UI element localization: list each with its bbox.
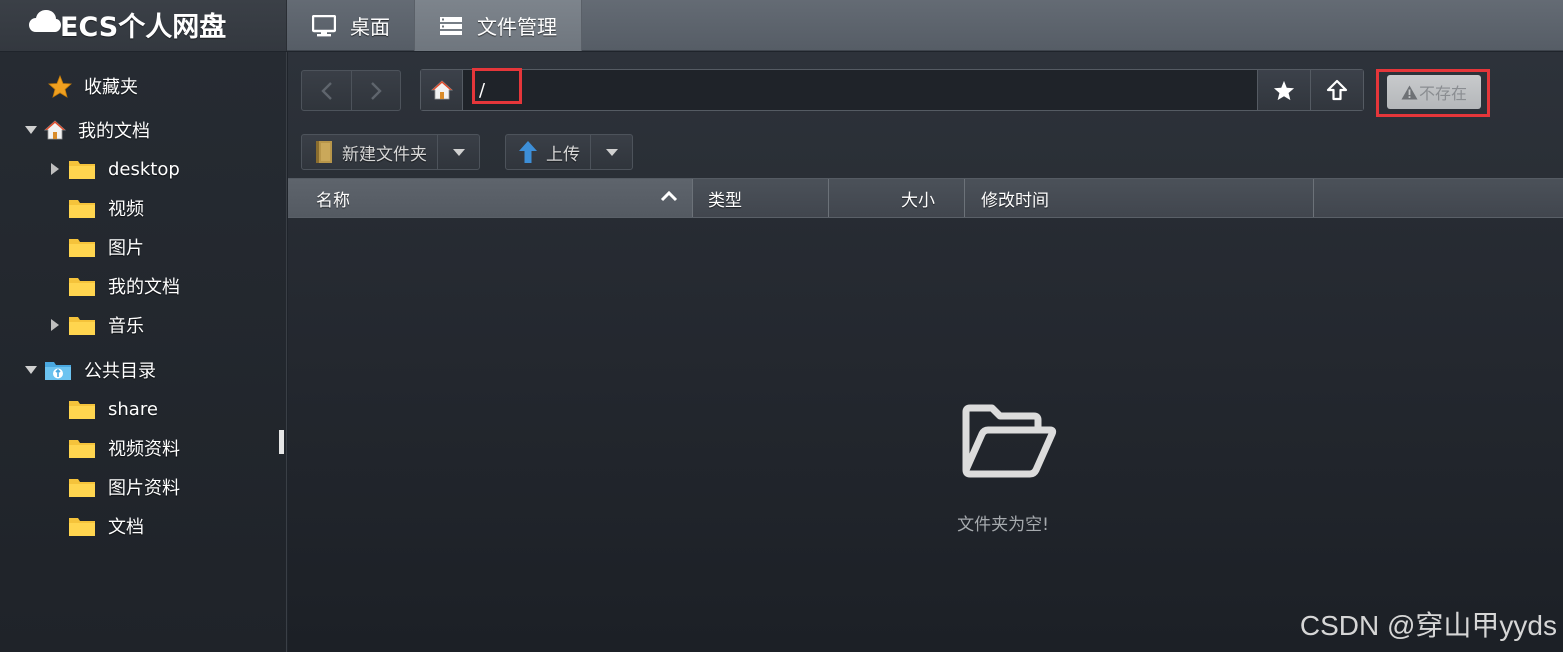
folder-icon — [68, 515, 96, 537]
sidebar-resize-handle[interactable] — [279, 430, 284, 454]
chevron-right-icon — [371, 81, 382, 100]
upload-arrow-icon — [519, 141, 537, 163]
tab-file-manager-label: 文件管理 — [477, 15, 557, 39]
folder-icon — [68, 158, 96, 180]
path-home-button[interactable] — [421, 70, 463, 110]
caret-down-icon — [605, 148, 618, 156]
status-button[interactable]: 不存在 — [1387, 75, 1481, 109]
brand[interactable]: ECS个人网盘 — [0, 0, 287, 51]
sidebar-item-label: desktop — [108, 158, 180, 180]
sidebar: 收藏夹 我的文档 desktop 视频 图片 我的文档 音乐 公共目录 shar… — [0, 52, 287, 652]
upload-label: 上传 — [546, 144, 580, 165]
forward-button[interactable] — [351, 71, 400, 110]
file-table-header: 名称 类型 大小 修改时间 — [288, 178, 1563, 218]
sidebar-item-label: 我的文档 — [108, 277, 180, 298]
top-nav: 桌面 文件管理 — [288, 0, 582, 51]
caret-down-icon[interactable] — [24, 126, 38, 134]
column-label: 修改时间 — [981, 190, 1049, 211]
sidebar-item-public[interactable]: 公共目录 — [24, 353, 156, 387]
folder-icon — [68, 437, 96, 459]
folder-book-icon — [316, 141, 332, 163]
folder-icon — [68, 314, 96, 336]
column-label: 大小 — [901, 190, 935, 211]
caret-right-icon[interactable] — [48, 319, 62, 331]
sidebar-item-desktop[interactable]: desktop — [48, 152, 180, 186]
sidebar-item-label: 我的文档 — [78, 121, 150, 142]
home-icon — [44, 119, 66, 141]
column-header-name[interactable]: 名称 — [288, 179, 692, 217]
caret-down-icon[interactable] — [24, 366, 38, 374]
new-folder-label: 新建文件夹 — [342, 144, 427, 165]
status-label: 不存在 — [1418, 84, 1467, 103]
tab-desktop-label: 桌面 — [350, 15, 390, 39]
new-folder-button[interactable]: 新建文件夹 — [302, 135, 437, 169]
empty-folder-message: 文件夹为空! — [957, 515, 1049, 535]
file-manager-main: 不存在 新建文件夹 上传 名称 — [288, 52, 1563, 652]
tab-file-manager[interactable]: 文件管理 — [414, 0, 582, 51]
caret-down-icon — [452, 148, 465, 156]
folder-icon — [68, 398, 96, 420]
folder-icon — [68, 275, 96, 297]
folder-open-icon — [958, 402, 1058, 482]
star-icon — [1273, 80, 1295, 100]
sidebar-item-label: 收藏夹 — [84, 77, 138, 98]
sidebar-item-music[interactable]: 音乐 — [48, 308, 144, 342]
sidebar-item-picture-materials[interactable]: 图片资料 — [68, 470, 180, 504]
sidebar-item-label: 音乐 — [108, 316, 144, 337]
sidebar-item-documents[interactable]: 我的文档 — [68, 269, 180, 303]
public-folder-icon — [44, 359, 72, 381]
new-folder-dropdown[interactable] — [437, 135, 479, 169]
go-up-button[interactable] — [1310, 70, 1363, 110]
back-button[interactable] — [302, 71, 351, 110]
server-icon — [440, 16, 462, 35]
folder-icon — [68, 476, 96, 498]
sidebar-item-videos[interactable]: 视频 — [68, 191, 144, 225]
path-bar — [420, 69, 1364, 111]
sidebar-item-label: 图片 — [108, 238, 144, 259]
sidebar-item-share[interactable]: share — [68, 392, 158, 426]
history-nav — [301, 70, 401, 111]
top-bar: ECS个人网盘 桌面 文件管理 — [0, 0, 1563, 51]
folder-icon — [68, 236, 96, 258]
sidebar-item-favorites[interactable]: 收藏夹 — [48, 69, 138, 103]
sort-asc-icon — [660, 190, 678, 202]
status-highlight-box: 不存在 — [1376, 69, 1490, 117]
home-icon — [430, 80, 453, 100]
caret-right-icon[interactable] — [48, 163, 62, 175]
upload-group: 上传 — [505, 134, 633, 170]
column-header-type[interactable]: 类型 — [708, 179, 828, 217]
monitor-icon — [312, 14, 336, 36]
upload-dropdown[interactable] — [590, 135, 632, 169]
sidebar-item-label: 视频资料 — [108, 439, 180, 460]
sidebar-item-my-docs[interactable]: 我的文档 — [24, 113, 150, 147]
column-divider[interactable] — [964, 179, 965, 217]
tab-desktop[interactable]: 桌面 — [288, 0, 414, 51]
chevron-left-icon — [320, 81, 332, 100]
column-header-size[interactable]: 大小 — [829, 179, 949, 217]
warning-icon — [1401, 85, 1418, 99]
star-icon — [48, 74, 72, 98]
cloud-icon — [28, 8, 62, 38]
sidebar-item-label: share — [108, 398, 158, 420]
sidebar-item-video-materials[interactable]: 视频资料 — [68, 431, 180, 465]
app-title: ECS个人网盘 — [60, 12, 227, 43]
sidebar-item-label: 视频 — [108, 199, 144, 220]
column-label: 名称 — [316, 190, 350, 211]
folder-icon — [68, 197, 96, 219]
new-folder-group: 新建文件夹 — [301, 134, 480, 170]
column-label: 类型 — [708, 190, 742, 211]
column-header-modified[interactable]: 修改时间 — [981, 179, 1311, 217]
path-input[interactable] — [463, 70, 1257, 110]
sidebar-item-label: 公共目录 — [84, 361, 156, 382]
column-divider[interactable] — [1313, 179, 1314, 217]
column-divider[interactable] — [692, 179, 693, 217]
sidebar-item-label: 文档 — [108, 517, 144, 538]
favorite-button[interactable] — [1257, 70, 1310, 110]
upload-button[interactable]: 上传 — [506, 135, 590, 169]
watermark: CSDN @穿山甲yyds — [1299, 610, 1557, 641]
sidebar-item-pictures[interactable]: 图片 — [68, 230, 144, 264]
sidebar-item-docs[interactable]: 文档 — [68, 509, 144, 543]
sidebar-item-label: 图片资料 — [108, 478, 180, 499]
arrow-up-icon — [1326, 79, 1348, 101]
